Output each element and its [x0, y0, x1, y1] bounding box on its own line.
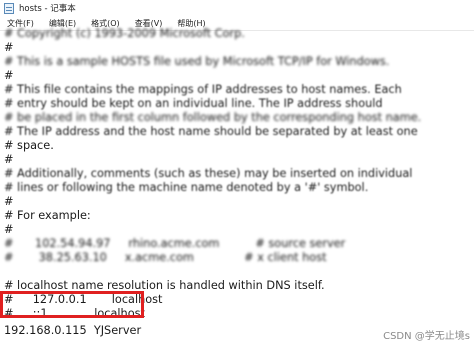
notepad-icon [4, 2, 14, 14]
text-line: # This is a sample HOSTS file used by Mi… [4, 55, 390, 68]
title-bar: hosts - 记事本 [0, 0, 474, 16]
text-line: # [4, 69, 14, 82]
text-line: # [4, 195, 14, 208]
window-title: hosts - 记事本 [19, 4, 76, 14]
hosts-entry-line: 192.168.0.115 YJServer [4, 324, 142, 337]
text-line: # Additionally, comments (such as these)… [4, 167, 413, 180]
text-line: # [4, 41, 14, 54]
text-line: # entry should be kept on an individual … [4, 97, 383, 110]
text-line: # This file contains the mappings of IP … [4, 83, 402, 96]
text-line: # space. [4, 139, 54, 152]
text-line: # The IP address and the host name shoul… [4, 125, 418, 138]
watermark: CSDN @学无止境s [383, 331, 470, 342]
text-line: # [4, 153, 14, 166]
text-line: # lines or following the machine name de… [4, 181, 369, 194]
highlight-box [0, 291, 144, 318]
text-line: # For example: [4, 209, 91, 222]
text-line: # Copyright (c) 1993-2009 Microsoft Corp… [4, 27, 245, 40]
text-line: # be placed in the first column followed… [4, 111, 422, 124]
text-line: # [4, 223, 14, 236]
text-line: # 102.54.94.97 rhino.acme.com # source s… [4, 237, 346, 250]
text-line: # 38.25.63.10 x.acme.com # x client host [4, 251, 327, 264]
